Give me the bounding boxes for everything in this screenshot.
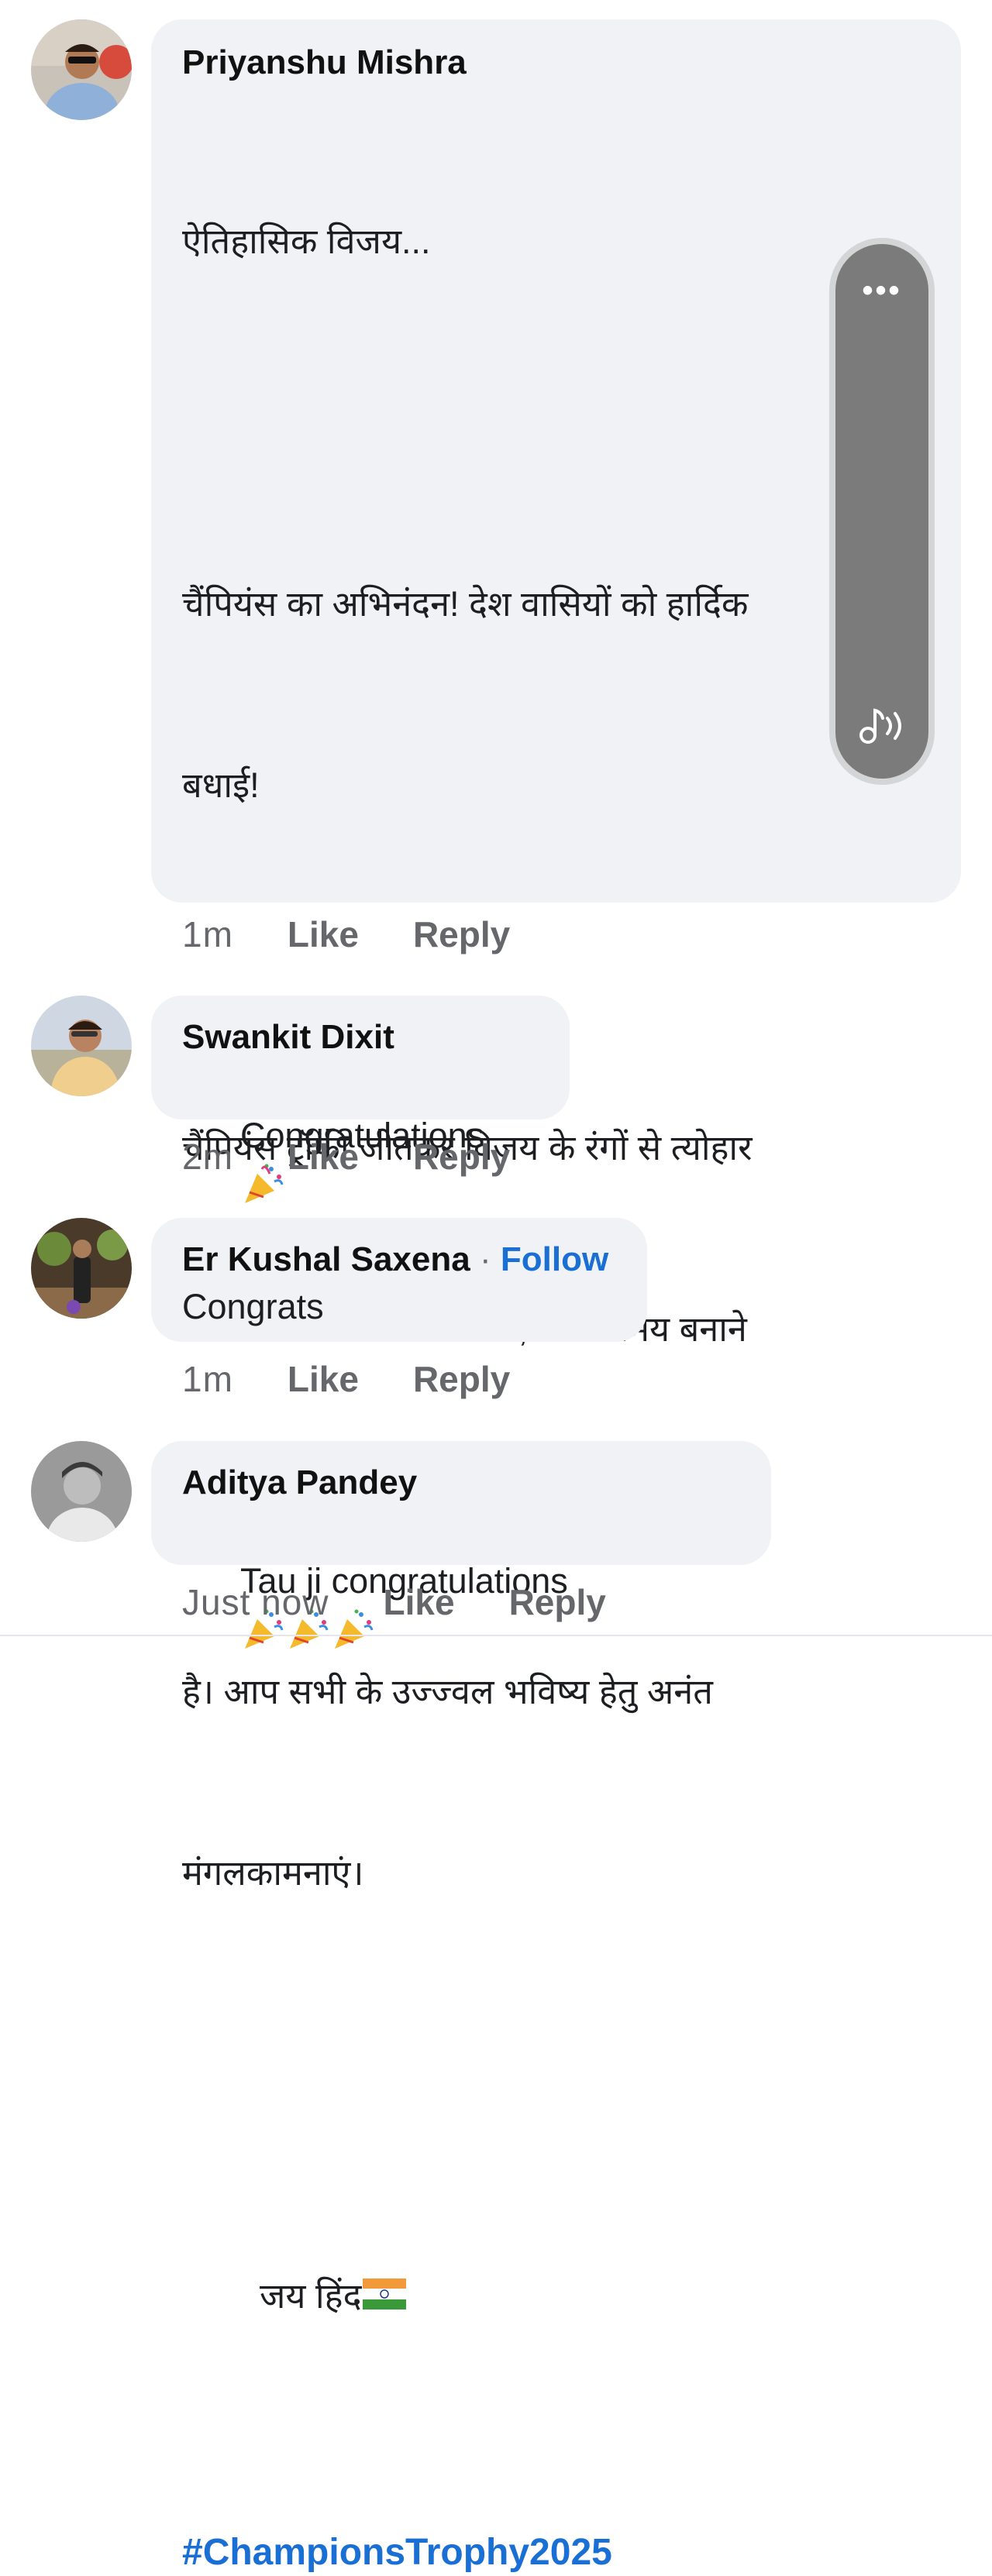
comment-text: Congrats [182, 1287, 324, 1326]
reply-button[interactable]: Reply [413, 1135, 510, 1178]
comment-line-closing: जय हिंद [182, 2206, 930, 2387]
avatar-image [31, 996, 132, 1096]
comment-author[interactable]: Swankit Dixit [182, 1016, 539, 1059]
comment-meta: 2m Like Reply [182, 1135, 510, 1178]
comment-author[interactable]: Aditya Pandey [182, 1461, 740, 1505]
comment-line-blank [182, 2024, 930, 2085]
comment-line: बधाई! [182, 765, 260, 805]
comment-time: 2m [182, 1137, 233, 1177]
comment-line: मंगलकामनाएं। [182, 1853, 364, 1893]
like-button[interactable]: Like [288, 1135, 359, 1178]
avatar[interactable] [31, 1218, 132, 1319]
reply-button[interactable]: Reply [413, 1357, 510, 1401]
comment-line-blank [182, 393, 930, 453]
comment-bubble: Er Kushal Saxena · Follow Congrats [151, 1218, 647, 1342]
avatar[interactable] [31, 19, 132, 120]
comment-time: 1m [182, 1359, 233, 1399]
comment-line: चैंपियंस का अभिनंदन! देश वासियों को हार्… [182, 584, 749, 624]
sound-icon[interactable] [855, 701, 909, 748]
comment-line: ऐतिहासिक विजय... [182, 222, 431, 261]
avatar[interactable] [31, 1441, 132, 1542]
reply-button[interactable]: Reply [413, 913, 510, 956]
like-button[interactable]: Like [384, 1580, 455, 1624]
avatar-image [31, 1441, 132, 1542]
comment-author[interactable]: Priyanshu Mishra [182, 41, 930, 84]
comment-meta: 1m Like Reply [182, 913, 510, 956]
divider [0, 1635, 992, 1636]
avatar[interactable] [31, 996, 132, 1096]
floating-panel: ••• [835, 244, 928, 779]
comment-author-row: Er Kushal Saxena · Follow [182, 1238, 616, 1281]
comment-time: Just now [182, 1582, 329, 1622]
reply-button[interactable]: Reply [509, 1580, 606, 1624]
india-flag-icon [363, 2279, 407, 2309]
like-button[interactable]: Like [288, 1357, 359, 1401]
comment-bubble: Swankit Dixit Congratulations [151, 996, 570, 1203]
comment-author[interactable]: Er Kushal Saxena [182, 1240, 470, 1278]
like-button[interactable]: Like [288, 913, 359, 956]
more-dots-icon[interactable]: ••• [835, 275, 928, 306]
comment-time: 1m [182, 914, 233, 954]
comment-meta: Just now Like Reply [182, 1580, 606, 1624]
follow-button[interactable]: Follow [501, 1240, 608, 1278]
avatar-image [31, 19, 132, 120]
comment-meta: 1m Like Reply [182, 1357, 510, 1401]
follow-separator: · [479, 1240, 491, 1278]
comment-bubble: Aditya Pandey Tau ji congratulations [151, 1441, 771, 1649]
hashtag-link[interactable]: #ChampionsTrophy2025 [182, 2530, 930, 2576]
avatar-image [31, 1218, 132, 1319]
closing-text: जय हिंद [260, 2276, 362, 2316]
